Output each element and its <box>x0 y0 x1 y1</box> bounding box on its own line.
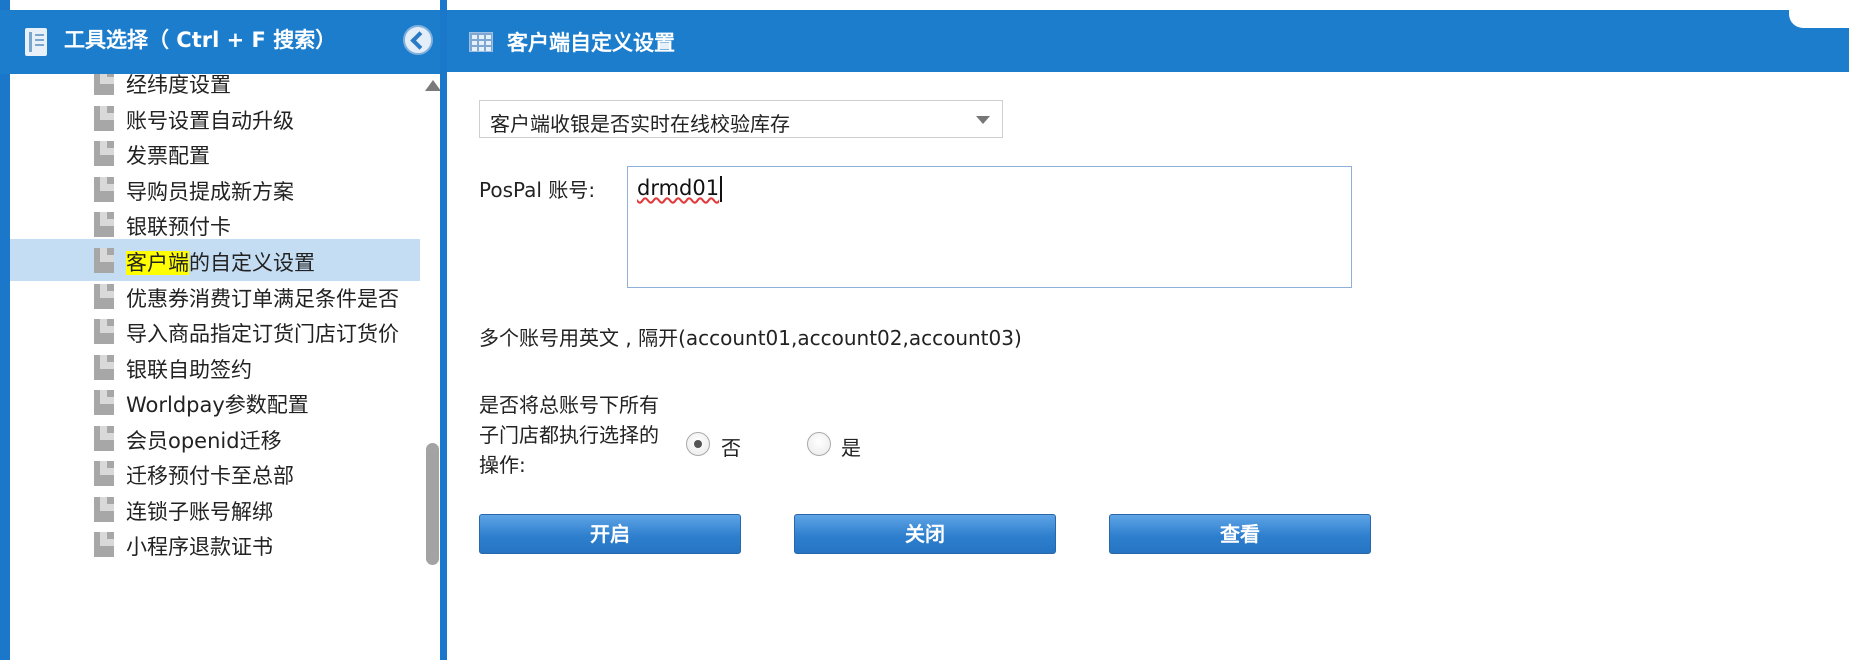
document-icon <box>94 177 114 202</box>
document-icon <box>94 532 114 557</box>
radio-yes-label[interactable]: 是 <box>841 432 861 461</box>
tree-item-label: 经纬度设置 <box>126 74 231 97</box>
table-icon <box>469 32 493 52</box>
view-button[interactable]: 查看 <box>1109 514 1371 554</box>
corner-tab <box>1789 0 1849 28</box>
tree-item-label: 导入商品指定订货门店订货价 <box>126 322 399 346</box>
document-icon <box>94 284 114 309</box>
tree-item-label: Worldpay参数配置 <box>126 393 309 417</box>
top-strip <box>447 0 1849 10</box>
scrollbar-thumb[interactable] <box>426 443 439 565</box>
panel-border-left <box>0 0 10 660</box>
tool-tree: 经纬度设置 账号设置自动升级 发票配置 导购员提成新方案 银联预付卡 客户端的自… <box>10 74 420 660</box>
collapse-left-icon[interactable] <box>403 25 433 55</box>
chevron-down-icon <box>976 116 990 124</box>
account-hint: 多个账号用英文 , 隔开(account01,account02,account… <box>479 326 1022 350</box>
radio-no-label[interactable]: 否 <box>721 432 741 461</box>
account-label: PosPal 账号: <box>479 178 596 202</box>
document-icon <box>94 106 114 131</box>
setting-select[interactable]: 客户端收银是否实时在线校验库存 <box>479 100 1003 138</box>
tool-panel-header: 工具选择（ Ctrl + F 搜索） <box>0 10 447 74</box>
tree-item-label: 账号设置自动升级 <box>126 109 294 133</box>
document-icon <box>94 141 114 166</box>
text-caret <box>720 176 723 202</box>
tool-panel: 工具选择（ Ctrl + F 搜索） 经纬度设置 账号设置自动升级 发票配置 导… <box>0 0 447 660</box>
account-input-value: drmd01 <box>637 176 723 202</box>
tree-item-label: 发票配置 <box>126 144 210 168</box>
setting-select-value: 客户端收银是否实时在线校验库存 <box>490 112 790 136</box>
settings-content: 客户端收银是否实时在线校验库存 PosPal 账号: drmd01 多个账号用英… <box>447 72 1849 660</box>
radio-no[interactable] <box>686 432 710 456</box>
tool-panel-title: 工具选择（ Ctrl + F 搜索） <box>64 28 337 52</box>
tree-item-label-rest: 的自定义设置 <box>189 251 315 275</box>
tree-item-miniapp-refund-cert[interactable]: 小程序退款证书 <box>10 523 420 565</box>
scroll-up-arrow-icon[interactable] <box>425 80 441 91</box>
tree-scrollbar[interactable] <box>423 74 440 660</box>
document-icon <box>94 248 114 273</box>
tree-item-label: 会员openid迁移 <box>126 429 282 453</box>
apply-all-question: 是否将总账号下所有子门店都执行选择的操作: <box>479 393 659 477</box>
document-icon <box>94 390 114 415</box>
settings-header: 客户端自定义设置 <box>447 10 1849 72</box>
tree-item-label: 客户端的自定义设置 <box>126 247 315 277</box>
book-icon <box>25 28 47 56</box>
enable-button[interactable]: 开启 <box>479 514 741 554</box>
disable-button[interactable]: 关闭 <box>794 514 1056 554</box>
tree-item-label: 导购员提成新方案 <box>126 180 294 204</box>
document-icon <box>94 426 114 451</box>
document-icon <box>94 497 114 522</box>
radio-yes[interactable] <box>807 432 831 456</box>
account-input[interactable]: drmd01 <box>627 166 1352 288</box>
document-icon <box>94 212 114 237</box>
account-value-text: drmd01 <box>637 176 720 200</box>
tree-item-label: 连锁子账号解绑 <box>126 500 273 524</box>
tree-item-label: 小程序退款证书 <box>126 535 273 559</box>
tree-item-label: 银联自助签约 <box>126 358 252 382</box>
tree-item-label: 迁移预付卡至总部 <box>126 464 294 488</box>
tree-item-label: 优惠券消费订单满足条件是否 <box>126 287 399 311</box>
tree-item-label: 银联预付卡 <box>126 215 231 239</box>
document-icon <box>94 355 114 380</box>
document-icon <box>94 461 114 486</box>
search-highlight: 客户端 <box>126 251 189 275</box>
panel-border-right <box>440 0 447 660</box>
document-icon <box>94 319 114 344</box>
document-icon <box>94 74 114 95</box>
settings-title: 客户端自定义设置 <box>507 31 675 55</box>
